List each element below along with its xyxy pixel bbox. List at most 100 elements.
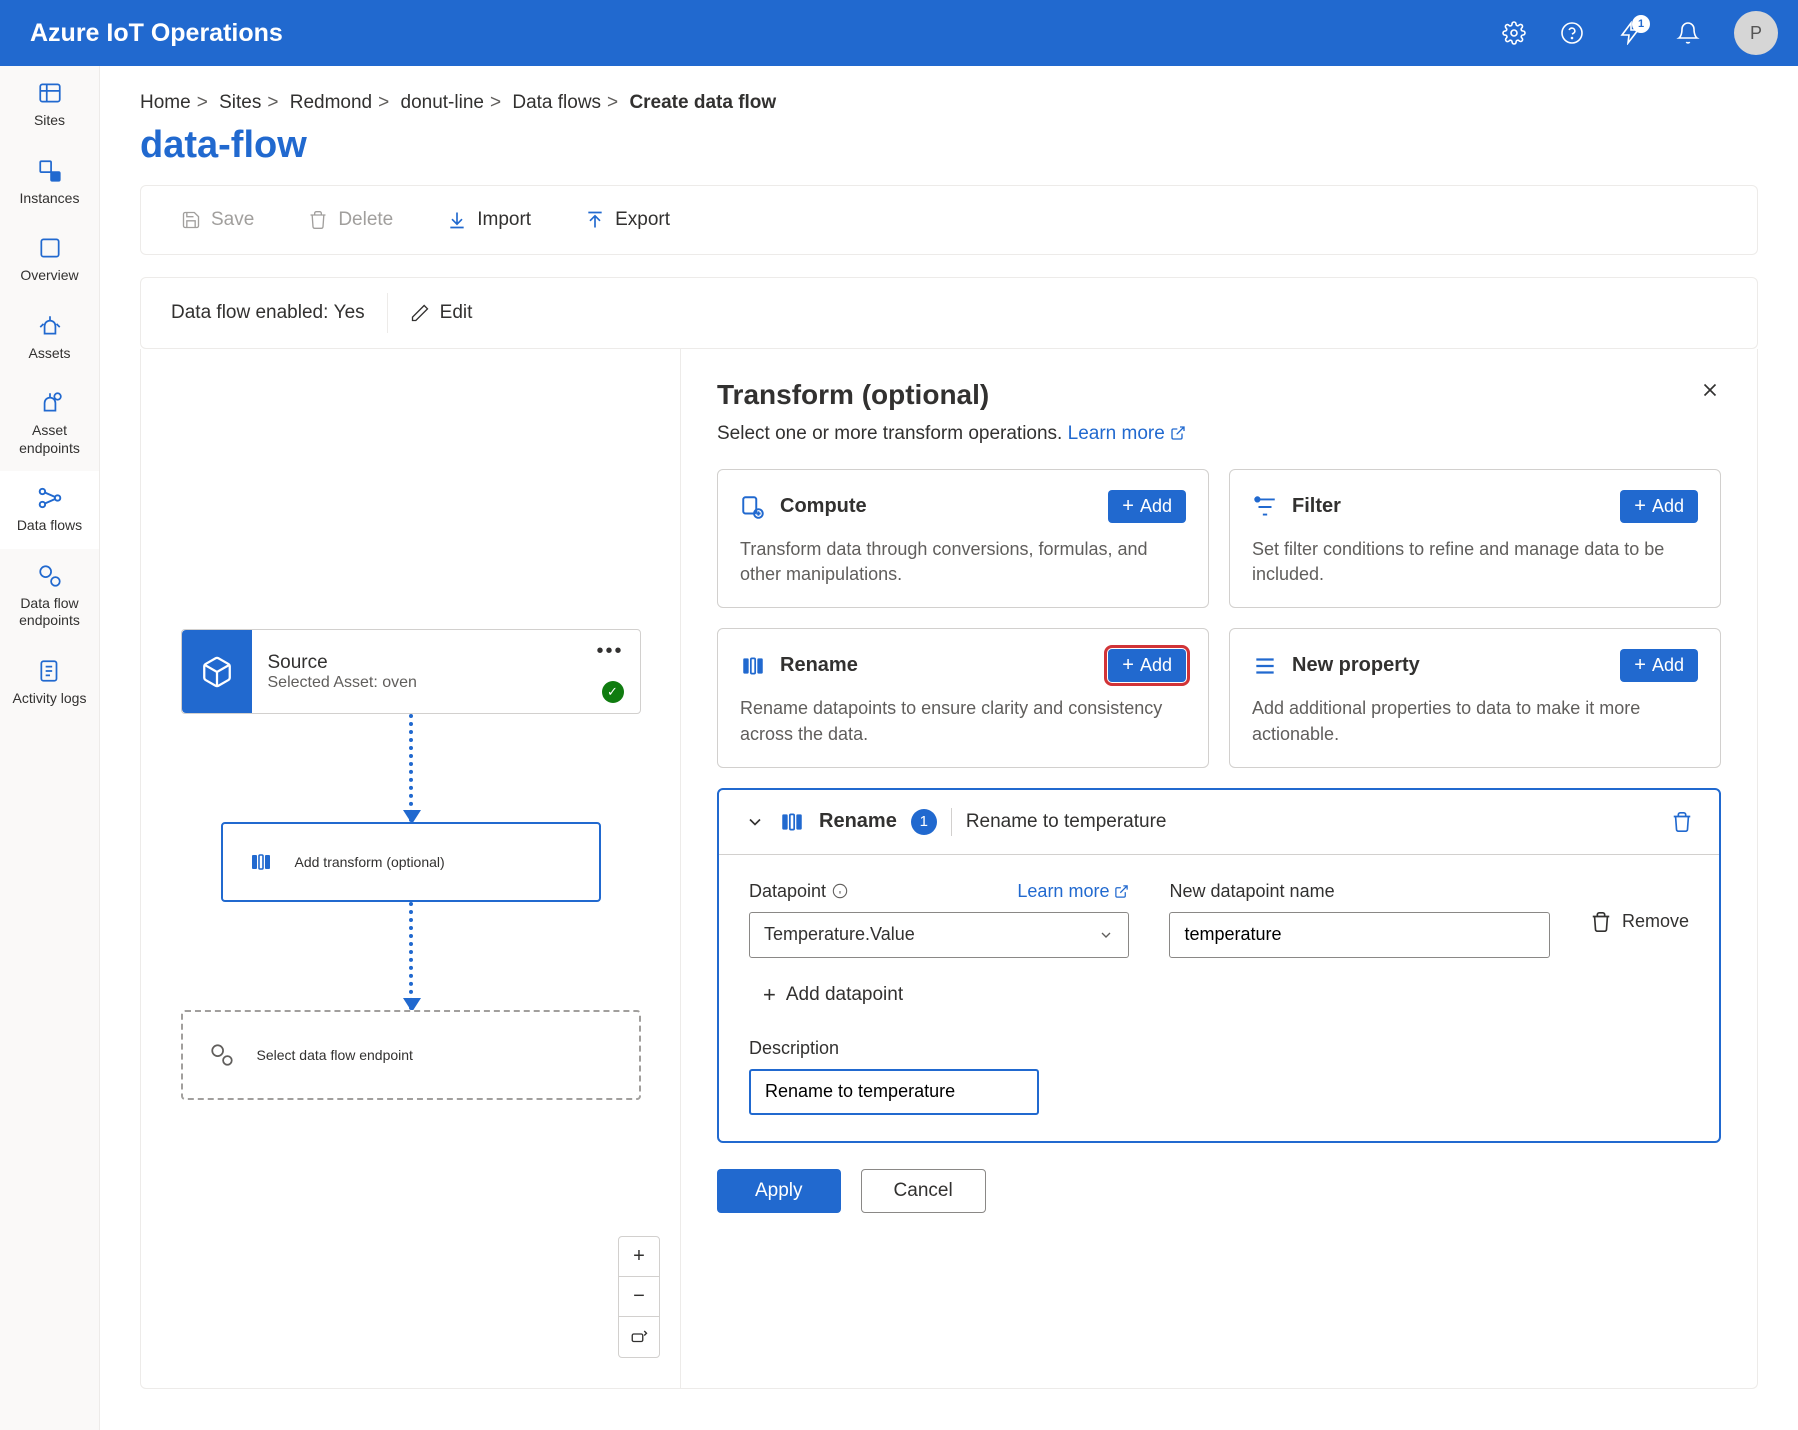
crumb[interactable]: Data flows — [512, 92, 601, 113]
sidebar-item-data-flows[interactable]: Data flows — [0, 471, 99, 549]
assets-icon — [37, 313, 63, 339]
transform-label: Add transform (optional) — [295, 854, 445, 870]
sidebar-label: Data flows — [17, 517, 82, 535]
rename-icon — [740, 653, 766, 679]
feedback-badge: 1 — [1632, 15, 1650, 33]
status-label: Data flow enabled: — [171, 302, 328, 324]
edit-button[interactable]: Edit — [410, 302, 473, 324]
page-title: data-flow — [100, 120, 1798, 185]
asset-endpoints-icon — [37, 390, 63, 416]
node-transform[interactable]: Add transform (optional) — [221, 822, 601, 902]
data-flows-icon — [37, 485, 63, 511]
info-icon[interactable] — [832, 883, 848, 899]
source-title: Source — [268, 652, 624, 674]
sidebar-item-assets[interactable]: Assets — [0, 299, 99, 377]
sidebar: Sites Instances Overview Assets Asset en… — [0, 66, 100, 1430]
sidebar-item-asset-endpoints[interactable]: Asset endpoints — [0, 376, 99, 471]
sidebar-label: Data flow endpoints — [4, 595, 95, 630]
node-source[interactable]: Source Selected Asset: oven ••• ✓ — [181, 629, 641, 714]
crumb[interactable]: donut-line — [401, 92, 484, 113]
status-bar: Data flow enabled: Yes Edit — [140, 277, 1758, 349]
crumb[interactable]: Sites — [219, 92, 261, 113]
sidebar-label: Activity logs — [13, 690, 87, 708]
add-datapoint-button[interactable]: + Add datapoint — [763, 982, 1689, 1008]
op-filter: Filter +Add Set filter conditions to ref… — [1229, 469, 1721, 608]
sidebar-item-overview[interactable]: Overview — [0, 221, 99, 299]
op-title: Filter — [1292, 495, 1620, 518]
avatar[interactable]: P — [1734, 11, 1778, 55]
datapoint-select[interactable]: Temperature.Value — [749, 912, 1129, 958]
sidebar-label: Asset endpoints — [4, 422, 95, 457]
op-new-property: New property +Add Add additional propert… — [1229, 628, 1721, 767]
count-badge: 1 — [911, 809, 937, 835]
workspace: Source Selected Asset: oven ••• ✓ Add tr… — [140, 349, 1758, 1389]
app-title: Azure IoT Operations — [30, 19, 1494, 48]
sites-icon — [37, 80, 63, 106]
add-rename-button[interactable]: +Add — [1108, 649, 1186, 682]
add-filter-button[interactable]: +Add — [1620, 490, 1698, 523]
add-newprop-button[interactable]: +Add — [1620, 649, 1698, 682]
sidebar-item-sites[interactable]: Sites — [0, 66, 99, 144]
rename-icon — [779, 809, 805, 835]
add-compute-button[interactable]: +Add — [1108, 490, 1186, 523]
op-desc: Set filter conditions to refine and mana… — [1252, 537, 1698, 587]
overview-icon — [37, 235, 63, 261]
export-button[interactable]: Export — [585, 209, 670, 231]
help-icon[interactable] — [1552, 13, 1592, 53]
op-title: Compute — [780, 495, 1108, 518]
sidebar-item-data-flow-endpoints[interactable]: Data flow endpoints — [0, 549, 99, 644]
save-button: Save — [181, 209, 254, 231]
config-title: Rename — [819, 810, 897, 833]
activity-logs-icon — [37, 658, 63, 684]
op-title: New property — [1292, 654, 1620, 677]
op-desc: Transform data through conversions, form… — [740, 537, 1186, 587]
bell-icon[interactable] — [1668, 13, 1708, 53]
more-icon[interactable]: ••• — [596, 640, 623, 663]
newname-input[interactable] — [1169, 912, 1549, 958]
crumb[interactable]: Home — [140, 92, 191, 113]
canvas: Source Selected Asset: oven ••• ✓ Add tr… — [141, 349, 681, 1388]
close-icon[interactable] — [1699, 379, 1721, 401]
panel-title: Transform (optional) — [717, 379, 1721, 411]
check-icon: ✓ — [602, 681, 624, 703]
zoom-fit-button[interactable] — [619, 1317, 659, 1357]
zoom-controls: + − — [618, 1236, 660, 1358]
crumb[interactable]: Redmond — [290, 92, 372, 113]
filter-icon — [1252, 494, 1278, 520]
sidebar-label: Assets — [28, 345, 70, 363]
main-content: Home> Sites> Redmond> donut-line> Data f… — [100, 66, 1798, 1430]
panel-subtitle: Select one or more transform operations. — [717, 423, 1062, 444]
learn-more-link[interactable]: Learn more — [1068, 423, 1186, 444]
transform-panel: Transform (optional) Select one or more … — [681, 349, 1757, 1388]
cancel-button[interactable]: Cancel — [861, 1169, 986, 1213]
zoom-in-button[interactable]: + — [619, 1237, 659, 1277]
topbar-actions: 1 P — [1494, 11, 1778, 55]
description-input[interactable] — [749, 1069, 1039, 1115]
sidebar-item-activity-logs[interactable]: Activity logs — [0, 644, 99, 722]
newname-label: New datapoint name — [1169, 881, 1334, 902]
chevron-down-icon[interactable] — [745, 812, 765, 832]
node-endpoint[interactable]: Select data flow endpoint — [181, 1010, 641, 1100]
gear-icon[interactable] — [1494, 13, 1534, 53]
description-label: Description — [749, 1038, 839, 1059]
compute-icon — [740, 494, 766, 520]
breadcrumb: Home> Sites> Redmond> donut-line> Data f… — [100, 66, 1798, 120]
learn-more-datapoint-link[interactable]: Learn more — [1017, 881, 1129, 902]
rename-config: Rename 1 Rename to temperature Datapoint — [717, 788, 1721, 1143]
endpoint-label: Select data flow endpoint — [257, 1047, 413, 1063]
remove-button[interactable]: Remove — [1590, 911, 1689, 933]
status-value: Yes — [334, 302, 365, 324]
import-button[interactable]: Import — [447, 209, 531, 231]
sidebar-label: Instances — [20, 190, 80, 208]
command-bar: Save Delete Import Export — [140, 185, 1758, 255]
delete-config-button[interactable] — [1671, 811, 1693, 833]
config-subtitle: Rename to temperature — [966, 811, 1657, 833]
crumb-current: Create data flow — [629, 92, 776, 113]
delete-button: Delete — [308, 209, 393, 231]
datapoint-label: Datapoint — [749, 881, 826, 902]
apply-button[interactable]: Apply — [717, 1169, 841, 1213]
feedback-icon[interactable]: 1 — [1610, 13, 1650, 53]
sidebar-item-instances[interactable]: Instances — [0, 144, 99, 222]
op-compute: Compute +Add Transform data through conv… — [717, 469, 1209, 608]
zoom-out-button[interactable]: − — [619, 1277, 659, 1317]
